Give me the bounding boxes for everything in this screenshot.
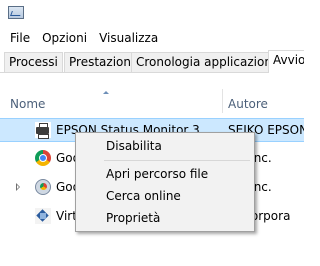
menu-file[interactable]: File xyxy=(0,28,36,48)
menu-item-search-online[interactable]: Cerca online xyxy=(106,189,181,203)
row-name: Virt xyxy=(56,209,77,223)
column-divider[interactable] xyxy=(222,89,223,113)
title-bar xyxy=(0,0,304,26)
menu-item-properties[interactable]: Proprietà xyxy=(106,211,160,225)
chrome-icon xyxy=(35,150,51,166)
tab-strip: Processi Prestazioni Cronologia applicaz… xyxy=(0,50,304,73)
menu-bar: File Opzioni Visualizza xyxy=(0,28,304,48)
google-update-icon xyxy=(35,179,51,195)
menu-separator xyxy=(104,160,250,161)
menu-options[interactable]: Opzioni xyxy=(36,28,93,48)
printer-icon xyxy=(35,122,51,139)
menu-item-disable[interactable]: Disabilita xyxy=(106,139,162,153)
expand-chevron-icon[interactable] xyxy=(16,183,20,191)
tab-performance[interactable]: Prestazioni xyxy=(64,52,140,72)
task-manager-window: File Opzioni Visualizza Processi Prestaz… xyxy=(0,0,304,266)
column-headers: Nome Autore xyxy=(0,87,304,115)
sort-ascending-icon xyxy=(103,91,109,94)
menu-item-open-file-location[interactable]: Apri percorso file xyxy=(106,167,208,181)
tab-app-history[interactable]: Cronologia applicazioni xyxy=(131,52,281,72)
context-menu: Disabilita Apri percorso file Cerca onli… xyxy=(75,132,255,232)
menu-view[interactable]: Visualizza xyxy=(93,28,164,48)
tab-processes[interactable]: Processi xyxy=(4,52,63,72)
tab-startup[interactable]: Avvio xyxy=(268,50,304,73)
virtualbox-icon xyxy=(35,208,51,224)
column-header-name[interactable]: Nome xyxy=(10,97,45,111)
task-manager-icon xyxy=(8,6,24,19)
column-header-author[interactable]: Autore xyxy=(228,97,268,111)
